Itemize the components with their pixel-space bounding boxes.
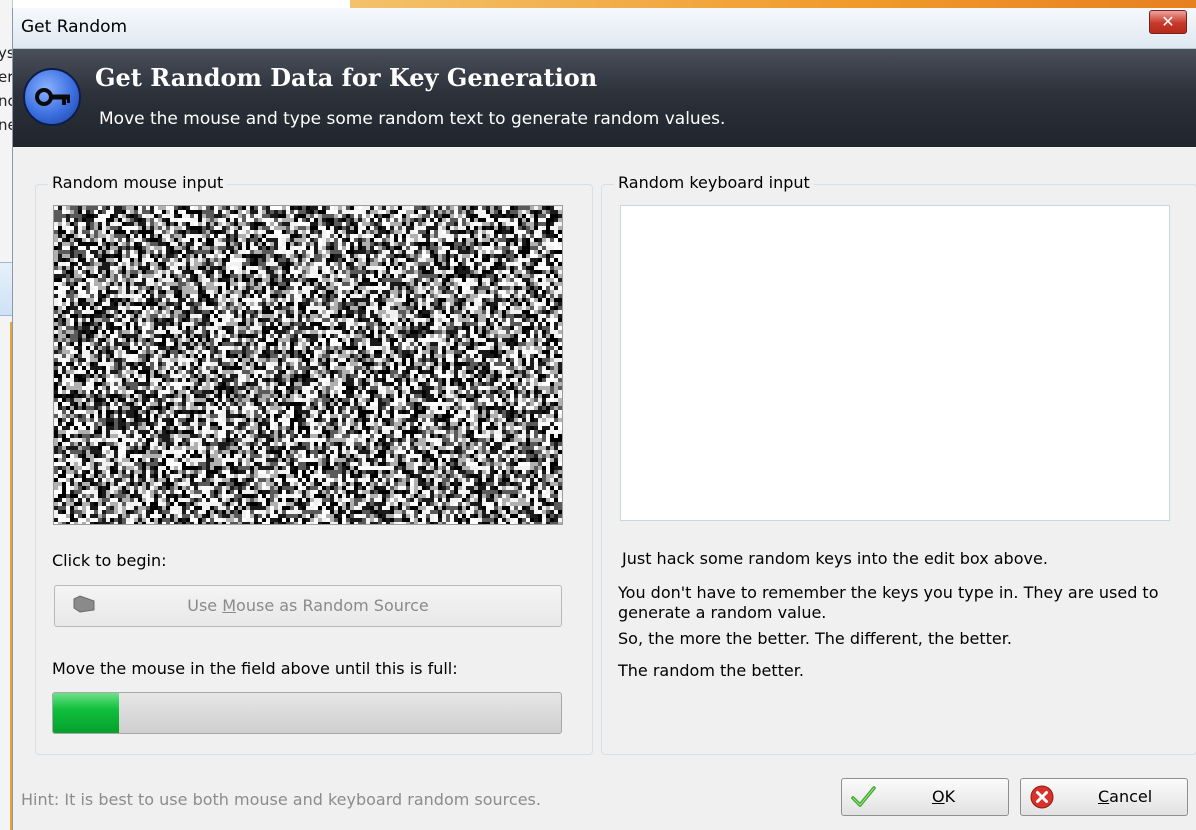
keyboard-instruction-4: The random the better. <box>618 661 804 680</box>
use-mouse-source-button[interactable]: Use Mouse as Random Source <box>54 585 562 627</box>
mouse-entropy-field[interactable] <box>53 205 563 525</box>
keyboard-input-field[interactable] <box>620 205 1170 521</box>
cancel-label: Cancel <box>1098 787 1153 806</box>
title-bar[interactable]: Get Random ✕ <box>13 8 1196 49</box>
background-selection-strip <box>0 262 12 316</box>
use-mouse-source-label: Use Mouse as Random Source <box>187 596 429 615</box>
progress-instruction-label: Move the mouse in the field above until … <box>52 659 458 678</box>
keyboard-instruction-3: So, the more the better. The different, … <box>618 629 1012 648</box>
key-icon <box>23 68 81 126</box>
keyboard-instruction-1: Just hack some random keys into the edit… <box>622 549 1048 568</box>
random-keyboard-input-group: Random keyboard input Just hack some ran… <box>601 173 1196 755</box>
window-title: Get Random <box>21 17 128 37</box>
click-to-begin-label: Click to begin: <box>52 551 167 570</box>
keyboard-instruction-2: You don't have to remember the keys you … <box>618 583 1159 622</box>
header-subtitle: Move the mouse and type some random text… <box>99 109 726 129</box>
dialog-header: Get Random Data for Key Generation Move … <box>13 49 1196 147</box>
hint-text: Hint: It is best to use both mouse and k… <box>21 790 541 809</box>
progress-fill <box>53 693 120 733</box>
ok-label: OK <box>932 787 956 806</box>
header-title: Get Random Data for Key Generation <box>95 63 598 92</box>
group-legend: Random keyboard input <box>614 173 814 192</box>
group-legend: Random mouse input <box>48 173 228 192</box>
background-ribbon <box>350 0 1196 8</box>
close-icon: ✕ <box>1161 12 1175 31</box>
cancel-button[interactable]: Cancel <box>1020 778 1188 816</box>
random-mouse-input-group: Random mouse input Click to begin: Use M… <box>35 173 593 755</box>
entropy-progress-bar <box>52 692 562 734</box>
ok-button[interactable]: OK <box>841 778 1009 816</box>
close-button[interactable]: ✕ <box>1149 10 1187 34</box>
cancel-icon <box>1029 784 1055 810</box>
noise-pattern <box>54 206 562 524</box>
checkmark-icon <box>850 784 876 810</box>
get-random-dialog: Get Random ✕ Get Random Data for Key Gen… <box>12 8 1196 830</box>
